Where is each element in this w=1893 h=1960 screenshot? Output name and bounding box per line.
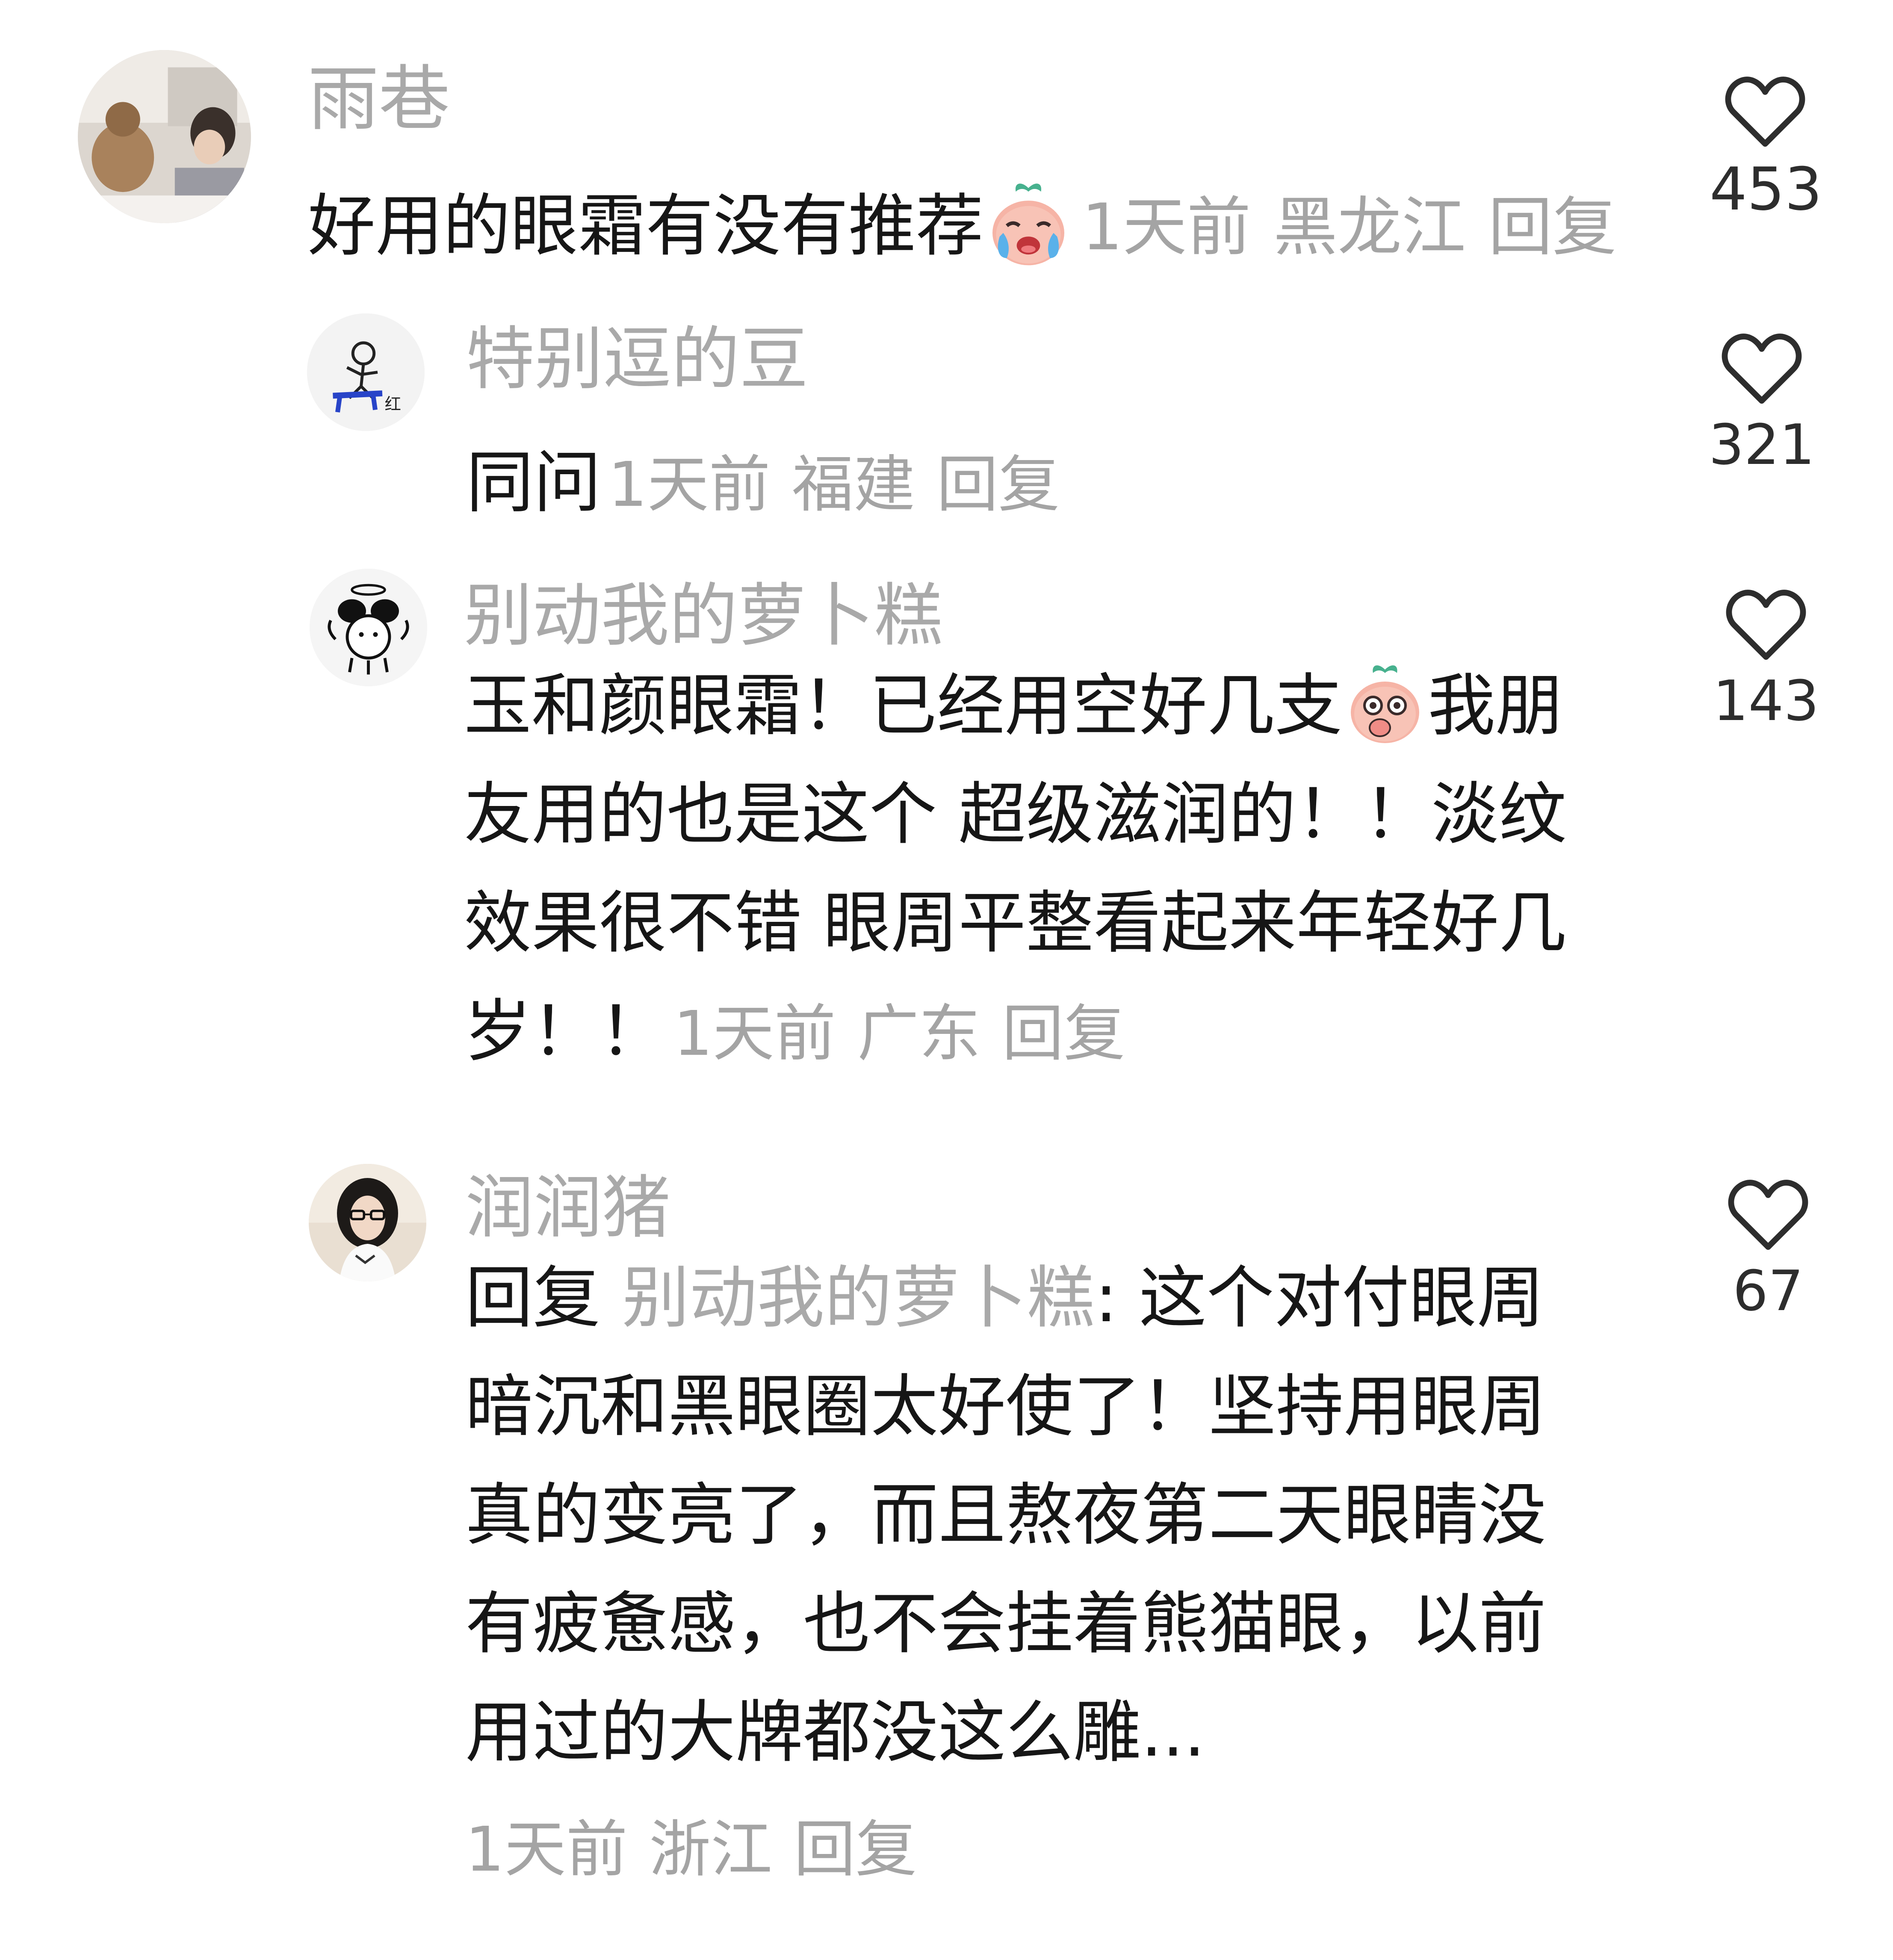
like-button[interactable]: 143: [1710, 587, 1822, 729]
comment-location: 福建: [792, 449, 915, 520]
comment-meta: 1天前 黑龙江 回复: [1082, 190, 1616, 265]
comment-username[interactable]: 雨巷: [308, 64, 1625, 135]
comment-location: 广东: [857, 998, 981, 1069]
shocked-peach-emoji: [1342, 663, 1428, 748]
reply-button[interactable]: 回复: [794, 1813, 917, 1885]
avatar[interactable]: 红: [307, 313, 425, 431]
heart-outline-icon: [1725, 77, 1805, 147]
comment-time: 1天前: [673, 998, 836, 1069]
comment-username[interactable]: 特别逗的豆: [466, 325, 1629, 393]
like-count: 321: [1708, 412, 1815, 477]
comment-text: 同问: [466, 443, 601, 522]
comment-meta: 1天前 广东 回复: [673, 998, 1125, 1069]
avatar[interactable]: [310, 569, 427, 686]
avatar-cartoon: [310, 569, 427, 686]
reply-button[interactable]: 回复: [1002, 998, 1125, 1069]
comment-text: 回复 别动我的萝卜糕: 这个对付眼周暗沉和黑眼圈太好使了！坚持用眼周真的变亮了，…: [465, 1244, 1577, 1787]
reply-button[interactable]: 回复: [1488, 190, 1616, 265]
comment-meta: 1天前 浙江 回复: [465, 1800, 1577, 1889]
svg-text:红: 红: [385, 395, 402, 414]
comment-time: 1天前: [608, 449, 771, 520]
avatar[interactable]: [78, 50, 251, 223]
heart-outline-icon: [1722, 334, 1802, 404]
crying-peach-emoji: [983, 181, 1073, 271]
comment-location: 浙江: [649, 1813, 773, 1885]
comment-username[interactable]: 润润猪: [465, 1174, 1577, 1242]
like-button[interactable]: 321: [1706, 331, 1817, 472]
avatar-sketch: 红: [307, 313, 425, 431]
like-count: 67: [1733, 1258, 1804, 1323]
comment-username[interactable]: 别动我的萝卜糕: [464, 582, 1584, 650]
comment-location: 黑龙江: [1273, 190, 1466, 265]
reply-button[interactable]: 回复: [936, 449, 1060, 520]
comment-time: 1天前: [465, 1813, 628, 1885]
comment-time: 1天前: [1082, 190, 1251, 265]
avatar-photo: [78, 50, 251, 223]
like-count: 143: [1713, 668, 1819, 733]
comment-text: 好用的眼霜有没有推荐: [308, 187, 983, 266]
like-count: 453: [1710, 155, 1822, 224]
avatar-photo: [309, 1164, 426, 1281]
comment-meta: 1天前 福建 回复: [608, 449, 1060, 520]
comment-text: 玉和颜眼霜！已经用空好几支 我朋友用的也是这个 超级滋润的！！淡纹效果很不错 眼周…: [464, 652, 1584, 1088]
mention-link[interactable]: 别动我的萝卜糕: [622, 1259, 1095, 1337]
heart-outline-icon: [1728, 1180, 1808, 1250]
comment-text-part: 玉和颜眼霜！已经用空好几支: [464, 667, 1342, 745]
like-button[interactable]: 453: [1710, 74, 1822, 224]
avatar[interactable]: [309, 1164, 426, 1281]
reply-prefix: 回复: [465, 1259, 600, 1337]
like-button[interactable]: 67: [1713, 1177, 1824, 1319]
heart-outline-icon: [1726, 590, 1806, 660]
